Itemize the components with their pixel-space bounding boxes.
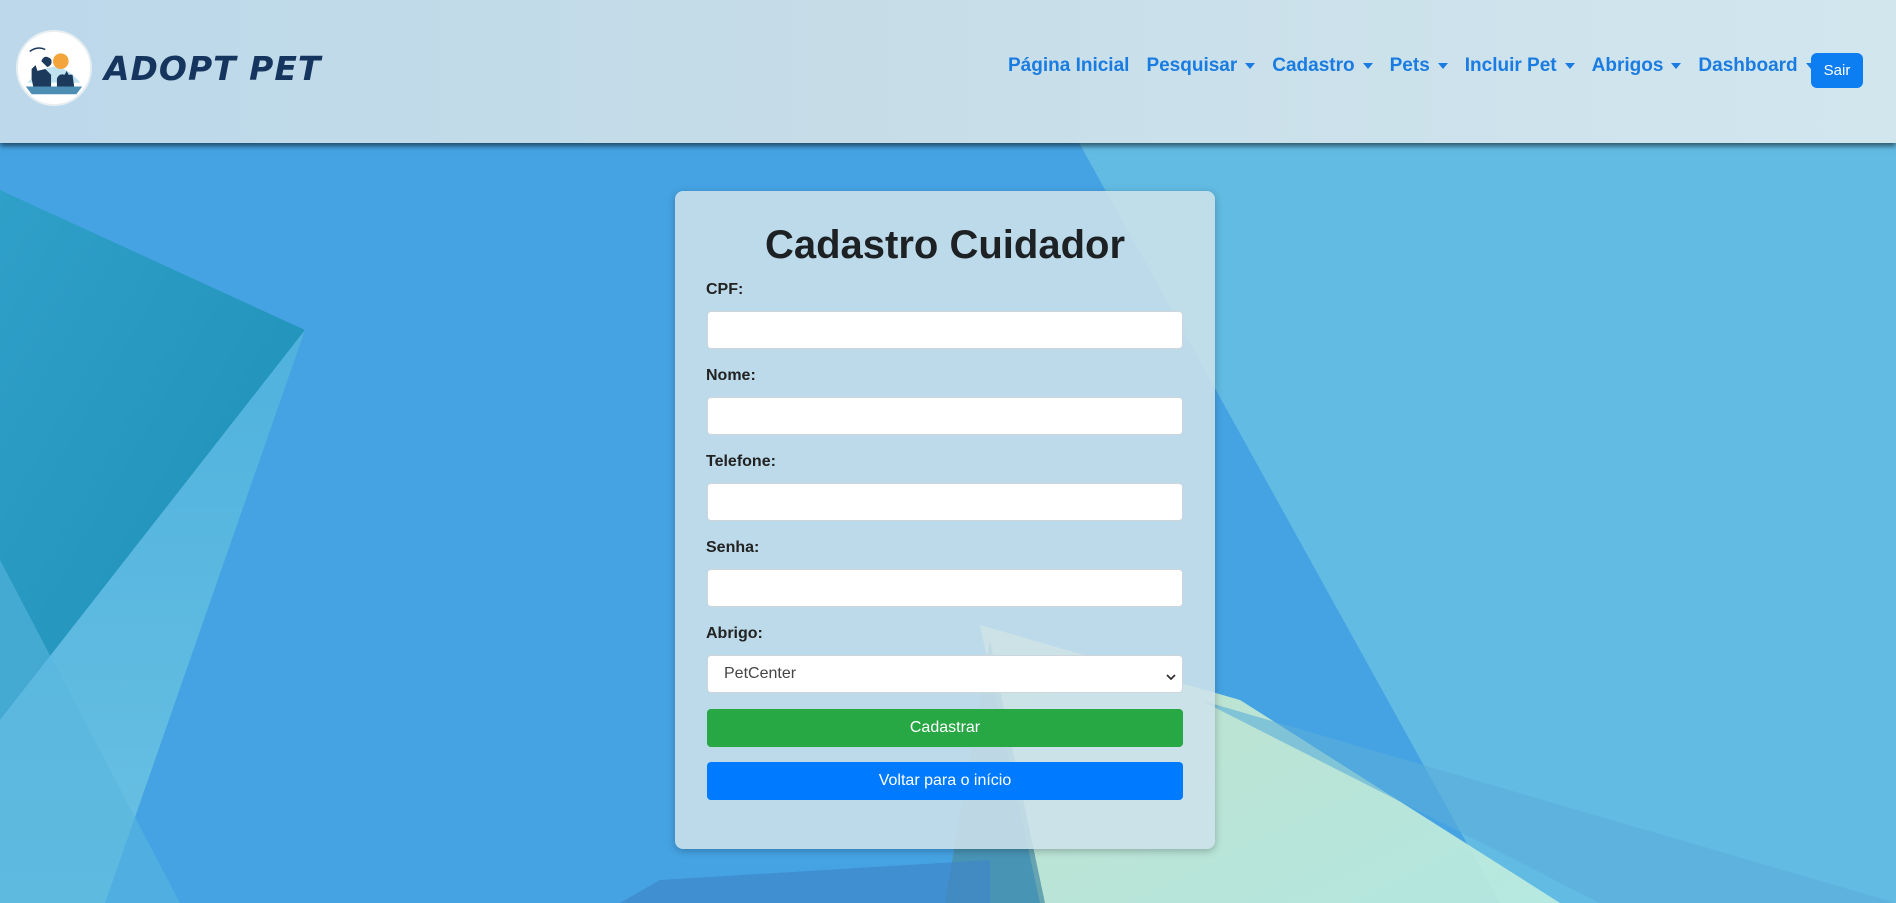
- nav-item-abrigos[interactable]: Abrigos: [1592, 55, 1682, 77]
- abrigo-label: Abrigo:: [706, 625, 763, 642]
- abrigo-selected-value: PetCenter: [724, 665, 797, 682]
- top-navbar: ADOPT PET Página Inicial Pesquisar Cadas…: [0, 0, 1896, 143]
- senha-input[interactable]: [707, 569, 1183, 607]
- dog-cat-logo-icon: [16, 30, 92, 106]
- nav-item-label: Dashboard: [1698, 55, 1798, 76]
- nav-item-pets[interactable]: Pets: [1390, 55, 1448, 77]
- telefone-input[interactable]: [707, 483, 1183, 521]
- nav-item-cadastro[interactable]: Cadastro: [1272, 55, 1373, 77]
- nav-item-label: Pets: [1389, 55, 1430, 76]
- telefone-label: Telefone:: [706, 453, 776, 470]
- back-to-home-button[interactable]: Voltar para o início: [707, 762, 1183, 800]
- nav-item-label: Incluir Pet: [1464, 55, 1557, 76]
- main-nav: Página Inicial Pesquisar Cadastro Pets I…: [1008, 55, 1833, 77]
- nav-item-incluir-pet[interactable]: Incluir Pet: [1465, 55, 1575, 77]
- nav-item-label: Cadastro: [1272, 55, 1355, 76]
- nome-input[interactable]: [707, 397, 1183, 435]
- nav-item-pesquisar[interactable]: Pesquisar: [1146, 55, 1256, 77]
- page-title: Cadastro Cuidador: [764, 223, 1126, 267]
- nav-item-pagina-inicial[interactable]: Página Inicial: [1008, 55, 1129, 77]
- chevron-down-icon: [1166, 669, 1176, 687]
- logout-button[interactable]: Sair: [1811, 53, 1863, 88]
- nome-label: Nome:: [706, 367, 756, 384]
- caret-down-icon: [1671, 63, 1682, 69]
- caret-down-icon: [1564, 63, 1575, 69]
- caret-down-icon: [1245, 63, 1256, 69]
- senha-label: Senha:: [706, 539, 760, 556]
- cpf-label: CPF:: [706, 281, 744, 298]
- nav-item-label: Abrigos: [1591, 55, 1664, 76]
- abrigo-select[interactable]: PetCenter: [707, 655, 1183, 693]
- caret-down-icon: [1362, 63, 1373, 69]
- cadastrar-button[interactable]: Cadastrar: [707, 709, 1183, 747]
- cpf-input[interactable]: [707, 311, 1183, 349]
- brand-name: ADOPT PET: [104, 48, 322, 88]
- nav-item-label: Pesquisar: [1146, 55, 1238, 76]
- caret-down-icon: [1437, 63, 1448, 69]
- nav-item-dashboard[interactable]: Dashboard: [1698, 55, 1816, 77]
- nav-item-label: Página Inicial: [1008, 55, 1130, 76]
- brand[interactable]: ADOPT PET: [16, 30, 321, 106]
- caregiver-form-card: Cadastro Cuidador CPF: Nome: Telefone: S…: [675, 191, 1215, 849]
